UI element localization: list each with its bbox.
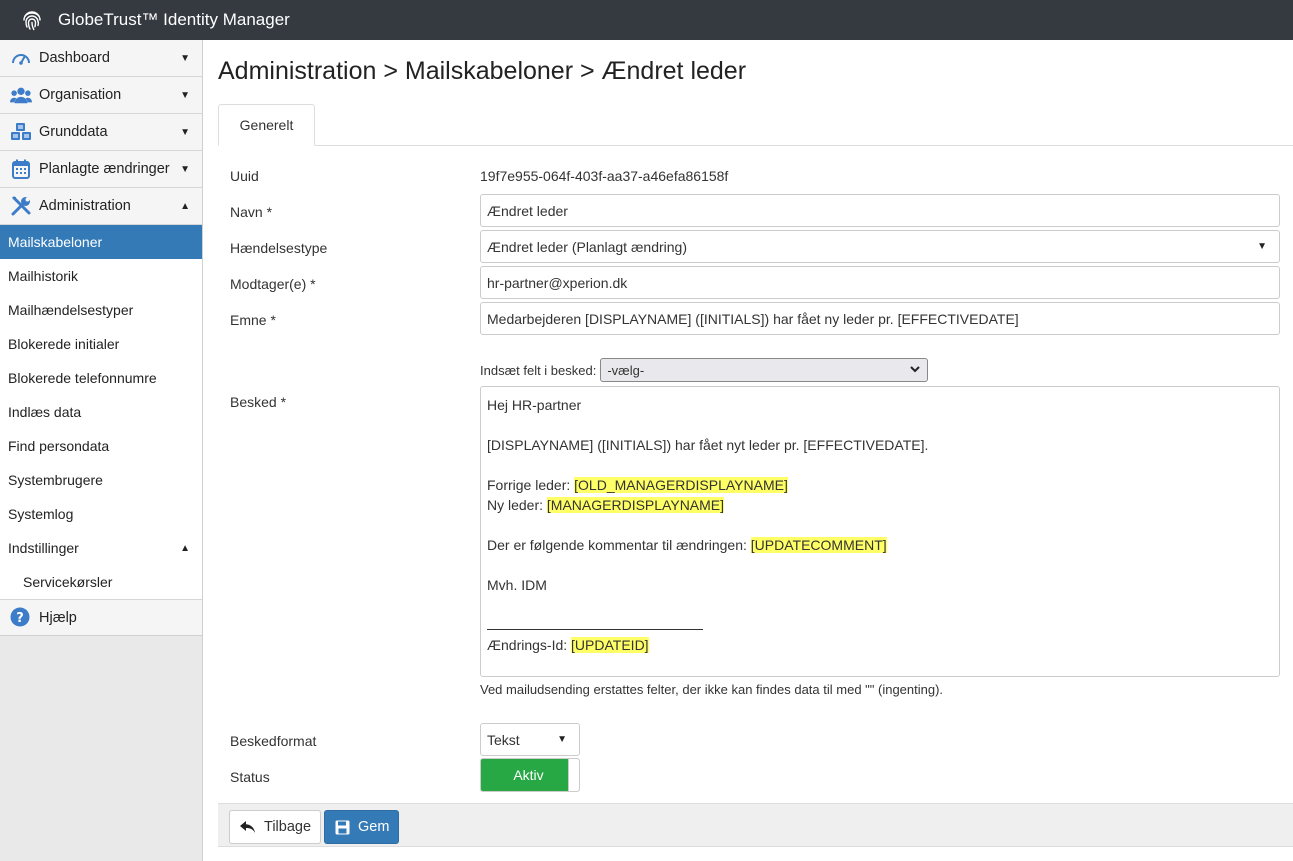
modtager-label: Modtager(e) * bbox=[230, 276, 316, 292]
svg-text:?: ? bbox=[16, 611, 24, 626]
insert-field-label: Indsæt felt i besked: bbox=[480, 362, 597, 378]
dashboard-gauge-icon bbox=[10, 47, 32, 69]
besked-line: Ny leder: [MANAGERDISPLAYNAME] bbox=[487, 497, 725, 513]
insert-field-select[interactable]: -vælg- bbox=[600, 358, 929, 382]
beskedformat-label: Beskedformat bbox=[230, 733, 317, 749]
status-label: Status bbox=[230, 769, 270, 785]
sidebar-item-label: Administration bbox=[39, 198, 131, 214]
sidebar-item-dashboard[interactable]: Dashboard ▼ bbox=[0, 40, 202, 77]
chevron-down-icon: ▼ bbox=[180, 126, 190, 138]
haendelsestype-label: Hændelsestype bbox=[230, 240, 328, 256]
emne-field[interactable]: Medarbejderen [DISPLAYNAME] ([INITIALS])… bbox=[480, 302, 1280, 335]
question-circle-icon: ? bbox=[10, 607, 32, 629]
signature-divider bbox=[487, 615, 1273, 635]
navn-label: Navn * bbox=[230, 204, 273, 220]
sidebar-item-mailhaendelsestyper[interactable]: Mailhændelsestyper bbox=[0, 293, 202, 327]
sidebar: Dashboard ▼ Organisation ▼ Grunddata ▼ P… bbox=[0, 40, 203, 861]
tools-icon bbox=[10, 195, 32, 217]
calendar-icon bbox=[10, 158, 32, 180]
tab-generelt[interactable]: Generelt bbox=[218, 104, 315, 146]
tab-bar: Generelt bbox=[218, 104, 1293, 146]
besked-line: Ændrings-Id: [UPDATEID] bbox=[487, 637, 649, 653]
arrow-back-icon bbox=[240, 820, 256, 834]
besked-line: Forrige leder: [OLD_MANAGERDISPLAYNAME] bbox=[487, 477, 788, 493]
page-title: Administration > Mailskabeloner > Ændret… bbox=[218, 57, 747, 85]
status-toggle[interactable]: Aktiv bbox=[480, 758, 580, 792]
sidebar-item-organisation[interactable]: Organisation ▼ bbox=[0, 77, 202, 114]
administration-submenu: Mailskabeloner Mailhistorik Mailhændelse… bbox=[0, 225, 202, 600]
placeholder-token: [OLD_MANAGERDISPLAYNAME] bbox=[574, 477, 788, 493]
chevron-up-icon: ▲ bbox=[180, 200, 190, 212]
sidebar-item-mailhistorik[interactable]: Mailhistorik bbox=[0, 259, 202, 293]
besked-editor[interactable]: Hej HR-partner [DISPLAYNAME] ([INITIALS]… bbox=[480, 386, 1280, 677]
sidebar-item-grunddata[interactable]: Grunddata ▼ bbox=[0, 114, 202, 151]
floppy-disk-icon bbox=[335, 820, 350, 835]
besked-label: Besked * bbox=[230, 394, 287, 410]
sidebar-item-systemlog[interactable]: Systemlog bbox=[0, 497, 202, 531]
besked-line: Hej HR-partner bbox=[487, 397, 582, 413]
besked-line: Der er følgende kommentar til ændringen:… bbox=[487, 537, 887, 553]
sidebar-item-systembrugere[interactable]: Systembrugere bbox=[0, 463, 202, 497]
sidebar-item-servicekoersler[interactable]: Servicekørsler bbox=[0, 565, 202, 599]
back-button[interactable]: Tilbage bbox=[229, 810, 321, 844]
emne-label: Emne * bbox=[230, 312, 276, 328]
navn-field[interactable]: Ændret leder bbox=[480, 194, 1280, 227]
sidebar-item-mailskabeloner[interactable]: Mailskabeloner bbox=[0, 225, 202, 259]
chevron-down-icon: ▼ bbox=[1257, 241, 1267, 252]
placeholder-token: [MANAGERDISPLAYNAME] bbox=[546, 497, 725, 513]
chevron-up-icon: ▲ bbox=[180, 542, 190, 554]
beskedformat-select[interactable]: Tekst ▼ bbox=[480, 723, 580, 756]
placeholder-token: [UPDATECOMMENT] bbox=[750, 537, 887, 553]
sidebar-item-administration[interactable]: Administration ▲ bbox=[0, 188, 202, 225]
modtager-field[interactable]: hr-partner@xperion.dk bbox=[480, 266, 1280, 299]
chevron-down-icon: ▼ bbox=[180, 163, 190, 175]
uuid-value: 19f7e955-064f-403f-aa37-a46efa86158f bbox=[480, 168, 729, 184]
users-icon bbox=[10, 84, 32, 106]
sidebar-item-indstillinger[interactable]: Indstillinger ▲ bbox=[0, 531, 202, 565]
sidebar-item-indlaes-data[interactable]: Indlæs data bbox=[0, 395, 202, 429]
sidebar-item-label: Organisation bbox=[39, 87, 122, 103]
replacement-note: Ved mailudsending erstattes felter, der … bbox=[480, 682, 944, 697]
main-content: Administration > Mailskabeloner > Ændret… bbox=[218, 40, 1293, 792]
sidebar-item-find-persondata[interactable]: Find persondata bbox=[0, 429, 202, 463]
sidebar-item-blokerede-telefonnumre[interactable]: Blokerede telefonnumre bbox=[0, 361, 202, 395]
insert-field-row: Indsæt felt i besked: -vælg- bbox=[480, 358, 929, 382]
chevron-down-icon: ▼ bbox=[180, 89, 190, 101]
chevron-down-icon: ▼ bbox=[557, 734, 567, 745]
app-title: GlobeTrust™ Identity Manager bbox=[58, 10, 290, 29]
besked-line: Mvh. IDM bbox=[487, 577, 547, 593]
top-bar: GlobeTrust™ Identity Manager bbox=[0, 0, 1293, 40]
sidebar-item-planlagte-aendringer[interactable]: Planlagte ændringer ▼ bbox=[0, 151, 202, 188]
sidebar-item-label: Grunddata bbox=[39, 124, 108, 140]
toggle-knob bbox=[568, 759, 579, 791]
sidebar-item-blokerede-initialer[interactable]: Blokerede initialer bbox=[0, 327, 202, 361]
haendelsestype-select[interactable]: Ændret leder (Planlagt ændring) ▼ bbox=[480, 230, 1280, 263]
form-footer: Tilbage Gem bbox=[218, 803, 1293, 847]
save-button[interactable]: Gem bbox=[324, 810, 399, 844]
sidebar-item-hjaelp[interactable]: ? Hjælp bbox=[0, 600, 202, 636]
sidebar-item-label: Planlagte ændringer bbox=[39, 161, 170, 177]
chevron-down-icon: ▼ bbox=[180, 52, 190, 64]
sidebar-item-label: Dashboard bbox=[39, 50, 110, 66]
chevron-down-icon bbox=[910, 366, 921, 373]
fingerprint-logo-icon bbox=[23, 11, 41, 31]
besked-line: [DISPLAYNAME] ([INITIALS]) har fået nyt … bbox=[487, 437, 929, 453]
cubes-icon bbox=[10, 121, 32, 143]
uuid-label: Uuid bbox=[230, 168, 259, 184]
sidebar-item-label: Hjælp bbox=[39, 609, 77, 626]
placeholder-token: [UPDATEID] bbox=[571, 637, 649, 653]
